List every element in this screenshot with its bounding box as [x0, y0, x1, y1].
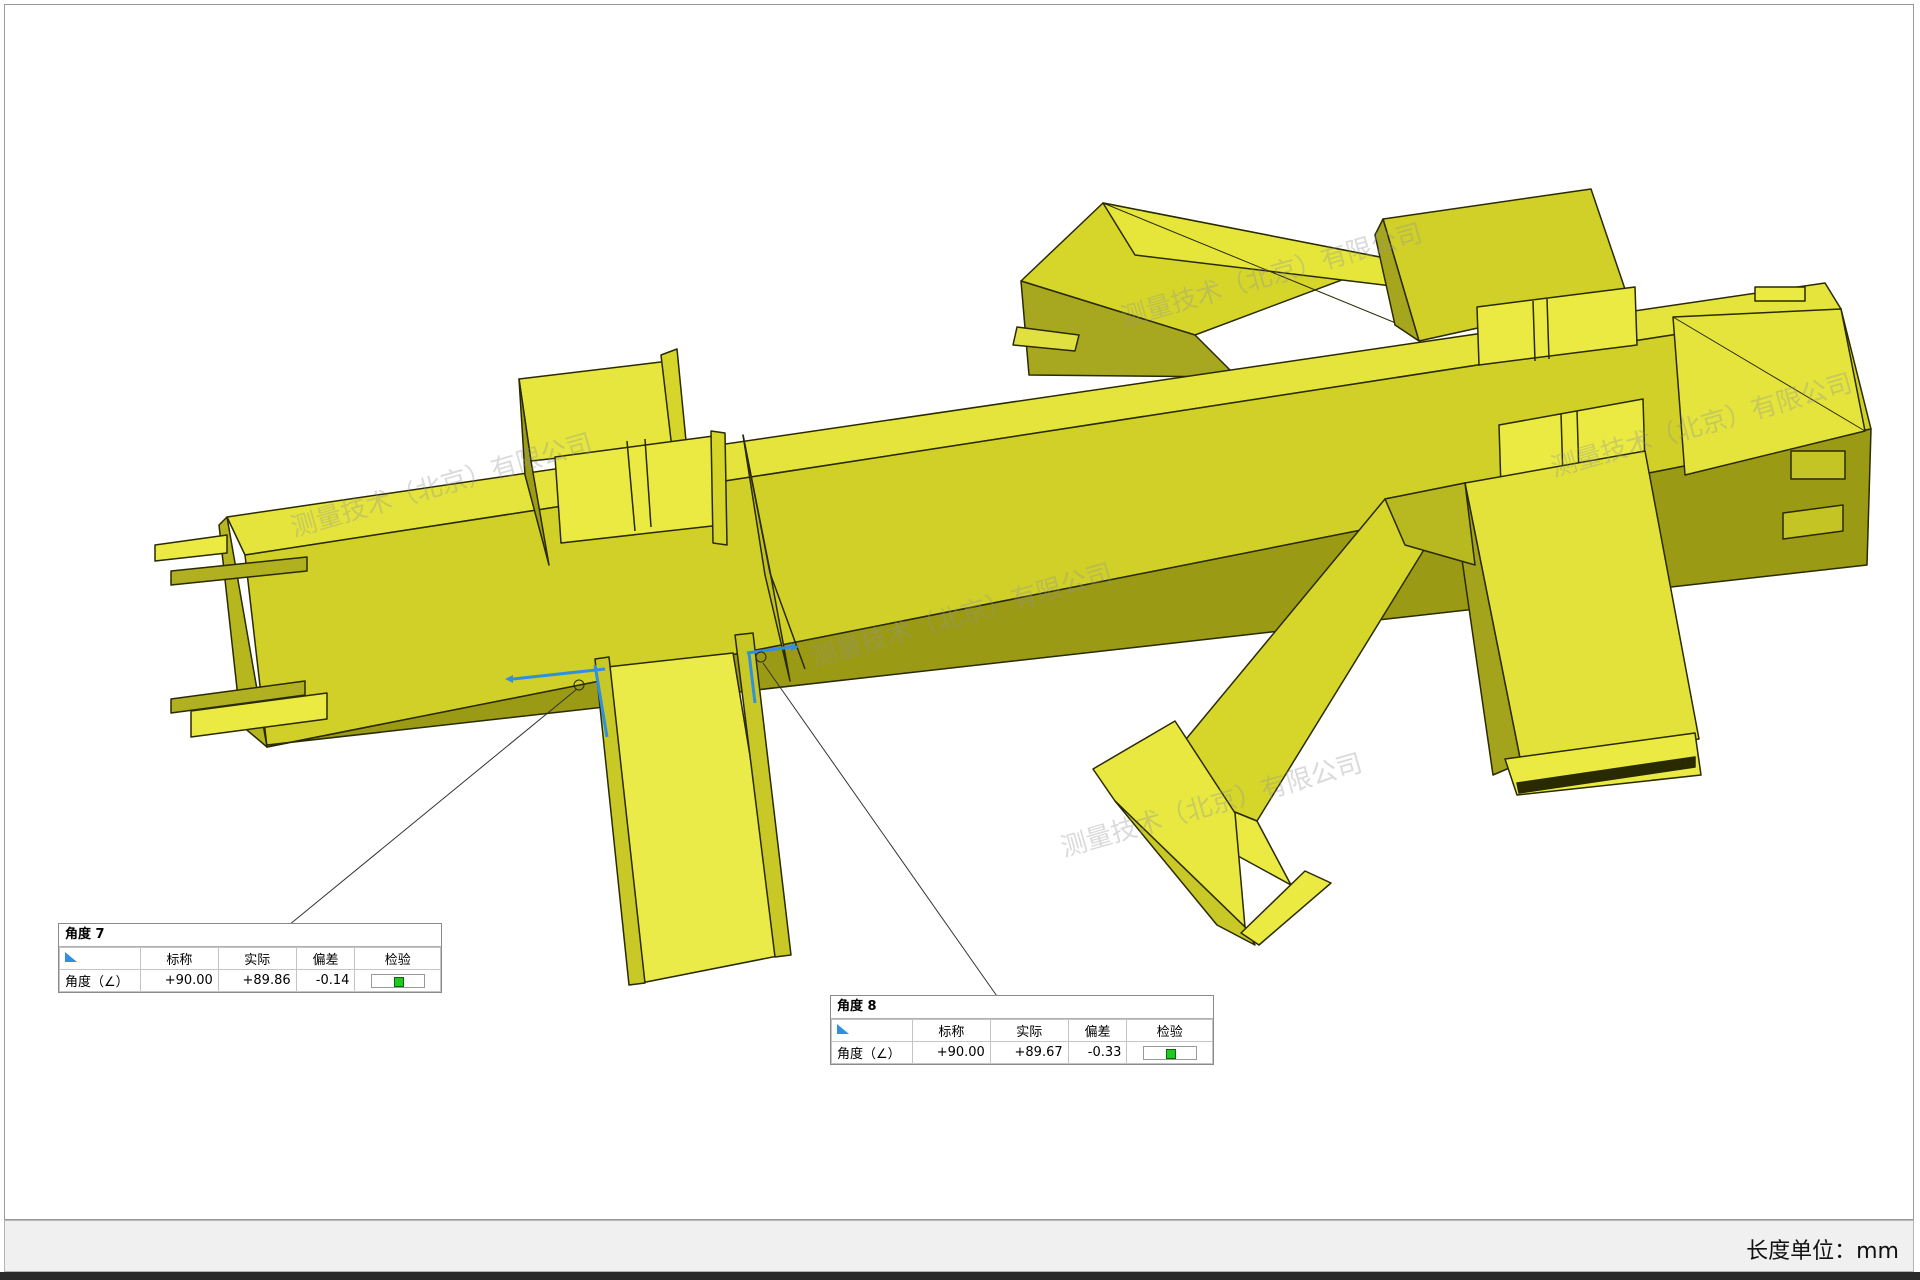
angle-callout-8[interactable]: 角度 8 标称 实际 偏差 检验 角度（∠） +90.00 +89.67 -0.… [830, 995, 1214, 1065]
leader-line-8 [762, 662, 1000, 1000]
row-label: 角度（∠） [59, 969, 141, 992]
3d-viewport[interactable]: 测量技术（北京）有限公司 测量技术（北京）有限公司 测量技术（北京）有限公司 测… [4, 4, 1914, 1220]
callout-title: 角度 8 [831, 996, 1213, 1019]
header-nominal: 标称 [912, 1019, 991, 1042]
angle-icon-cell [59, 947, 141, 970]
angle-icon-cell [831, 1019, 913, 1042]
callout-title: 角度 7 [59, 924, 441, 947]
callout-table: 标称 实际 偏差 检验 角度（∠） +90.00 +89.67 -0.33 [831, 1019, 1213, 1064]
header-check: 检验 [1126, 1019, 1213, 1042]
header-actual: 实际 [217, 947, 297, 970]
actual-value: +89.86 [217, 969, 297, 992]
check-indicator [1126, 1041, 1213, 1064]
deviation-value: -0.33 [1067, 1041, 1128, 1064]
row-label: 角度（∠） [831, 1041, 913, 1064]
length-unit-label: 长度单位：mm [1746, 1239, 1899, 1264]
status-bar: 长度单位：mm [4, 1220, 1914, 1272]
deviation-value: -0.14 [295, 969, 356, 992]
angle-icon [65, 952, 77, 962]
check-ok-icon [1142, 1045, 1197, 1060]
check-ok-icon [370, 973, 425, 988]
header-check: 检验 [354, 947, 441, 970]
actual-value: +89.67 [989, 1041, 1069, 1064]
callout-table: 标称 实际 偏差 检验 角度（∠） +90.00 +89.86 -0.14 [59, 947, 441, 992]
header-nominal: 标称 [140, 947, 219, 970]
nominal-value: +90.00 [140, 969, 219, 992]
header-deviation: 偏差 [295, 947, 356, 970]
header-deviation: 偏差 [1067, 1019, 1128, 1042]
angle-icon [837, 1024, 849, 1034]
nominal-value: +90.00 [912, 1041, 991, 1064]
angle-callout-7[interactable]: 角度 7 标称 实际 偏差 检验 角度（∠） +90.00 +89.86 -0.… [58, 923, 442, 993]
header-actual: 实际 [989, 1019, 1069, 1042]
bottom-strip [0, 1272, 1920, 1280]
check-indicator [354, 969, 441, 992]
